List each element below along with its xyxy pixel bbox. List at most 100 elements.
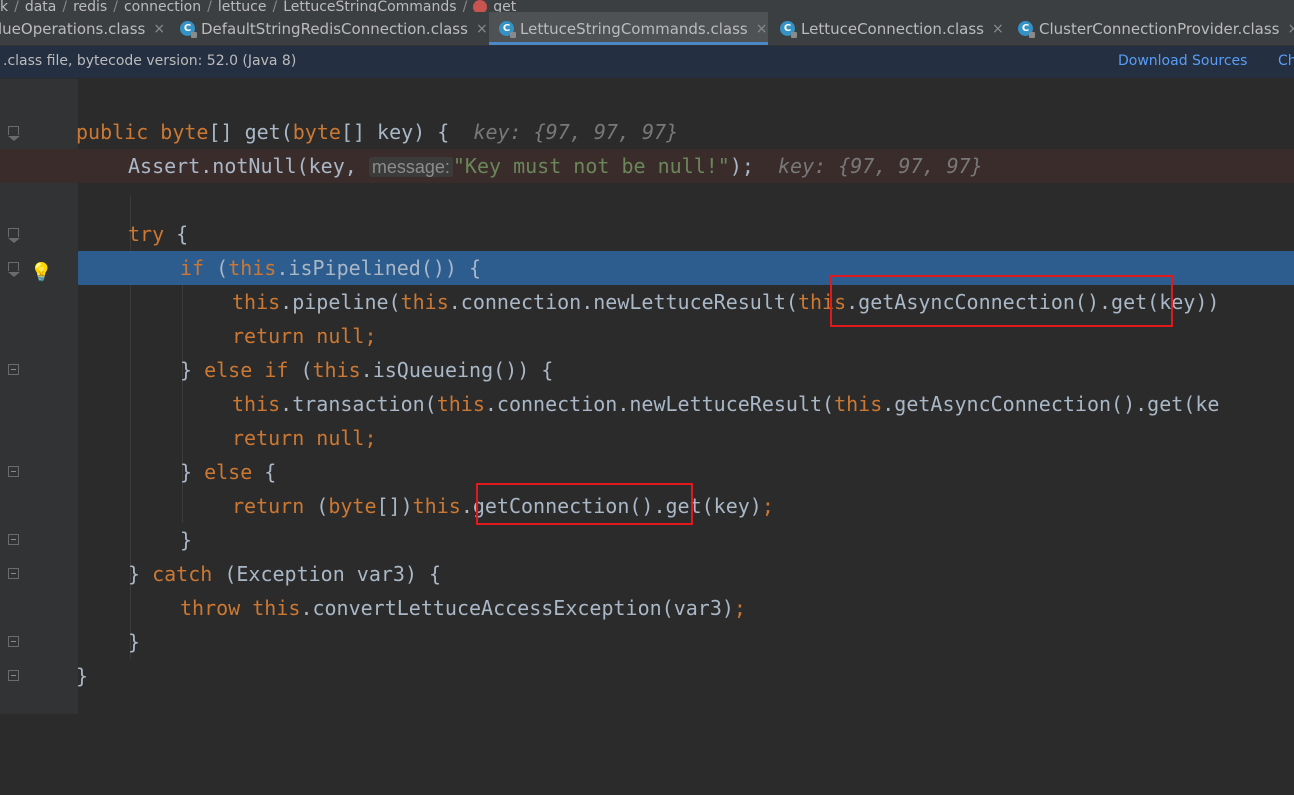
breadcrumb-item[interactable]: connection: [124, 0, 201, 12]
keyword-try: try: [128, 222, 164, 246]
gutter-cell: [0, 387, 78, 421]
code-text: .transaction(: [280, 392, 437, 416]
fold-marker-icon[interactable]: [8, 670, 19, 681]
code-text: .pipeline(: [280, 290, 400, 314]
gutter-cell: [0, 217, 78, 251]
keyword-this: this: [313, 358, 361, 382]
gutter-cell: [0, 285, 78, 319]
choose-sources-link[interactable]: Ch: [1278, 53, 1294, 69]
close-icon[interactable]: ×: [992, 21, 1004, 37]
code-line: }: [0, 523, 1294, 557]
close-icon[interactable]: ×: [153, 21, 165, 37]
keyword-this: this: [228, 256, 276, 280]
tab-lettuce-connection[interactable]: C LettuceConnection.class ×: [770, 12, 1016, 45]
code-line: }: [0, 625, 1294, 659]
fold-marker-icon[interactable]: [8, 364, 19, 375]
fold-marker-icon[interactable]: [8, 636, 19, 647]
code-text: ;: [734, 596, 746, 620]
gutter-cell: [0, 523, 78, 557]
breadcrumb-separator: /: [14, 0, 19, 12]
fold-marker-icon[interactable]: [8, 466, 19, 477]
code-line: this.pipeline(this.connection.newLettuce…: [0, 285, 1294, 319]
close-icon[interactable]: ×: [1288, 21, 1294, 37]
fold-marker-icon[interactable]: [8, 534, 19, 545]
code-text: [] get(: [208, 120, 292, 144]
tab-cluster-connection-provider[interactable]: C ClusterConnectionProvider.class ×: [1008, 12, 1294, 45]
keyword-return: return: [232, 324, 304, 348]
breadcrumb-separator: /: [113, 0, 118, 12]
tab-label: LettuceConnection.class: [801, 20, 984, 38]
breadcrumb-item[interactable]: k: [0, 0, 8, 12]
gutter-cell: [0, 625, 78, 659]
code-line: } else {: [0, 455, 1294, 489]
code-line: Assert.notNull(key, message:"Key must no…: [0, 149, 1294, 183]
string-literal: "Key must not be null!": [453, 154, 730, 178]
code-text: [252, 358, 264, 382]
code-line: return null;: [0, 319, 1294, 353]
code-line: try {: [0, 217, 1294, 251]
keyword-null: null: [304, 426, 364, 450]
tab-label: lueOperations.class: [0, 20, 145, 38]
keyword-catch: catch: [152, 562, 212, 586]
breadcrumb-item[interactable]: redis: [73, 0, 107, 12]
keyword-return: return: [232, 494, 304, 518]
fold-marker-icon[interactable]: [8, 126, 19, 135]
code-text: [240, 596, 252, 620]
code-editor[interactable]: public byte[] get(byte[] key) { key: {97…: [0, 79, 1294, 714]
keyword-throw: throw: [180, 596, 240, 620]
code-text: [148, 120, 160, 144]
current-code-line: 💡 if (this.isPipelined()) {: [0, 251, 1294, 285]
close-icon[interactable]: ×: [756, 21, 768, 37]
code-line: } else if (this.isQueueing()) {: [0, 353, 1294, 387]
breadcrumb-item[interactable]: lettuce: [218, 0, 267, 12]
code-text: }: [180, 460, 204, 484]
code-text: ;: [364, 324, 376, 348]
code-text: (: [204, 256, 228, 280]
breadcrumb-separator: /: [207, 0, 212, 12]
code-text: .connection.newLettuceResult(: [485, 392, 834, 416]
keyword-this: this: [834, 392, 882, 416]
parameter-name-hint: message:: [369, 157, 453, 177]
code-text: (: [288, 358, 312, 382]
close-icon[interactable]: ×: [476, 21, 488, 37]
tab-label: LettuceStringCommands.class: [520, 20, 748, 38]
code-text: Assert.notNull(key,: [128, 154, 369, 178]
fold-marker-icon[interactable]: [8, 568, 19, 579]
keyword-this: this: [252, 596, 300, 620]
keyword-byte: byte: [160, 120, 208, 144]
tab-lettuce-string-commands[interactable]: C LettuceStringCommands.class ×: [489, 12, 768, 45]
code-text: }: [128, 630, 140, 654]
breadcrumb-separator: /: [272, 0, 277, 12]
keyword-null: null: [304, 324, 364, 348]
code-text: []): [377, 494, 413, 518]
fold-marker-icon[interactable]: [8, 262, 19, 271]
breadcrumb-item[interactable]: get: [493, 0, 516, 12]
breadcrumb-item[interactable]: data: [25, 0, 57, 12]
fold-marker-icon[interactable]: [8, 228, 19, 237]
download-sources-link[interactable]: Download Sources: [1118, 53, 1247, 69]
code-line: [0, 183, 1294, 217]
gutter-cell: [0, 591, 78, 625]
tab-default-string-redis-connection[interactable]: C DefaultStringRedisConnection.class ×: [172, 12, 490, 45]
class-file-icon: C: [180, 21, 195, 36]
breadcrumb-separator: /: [62, 0, 67, 12]
breadcrumb-item[interactable]: LettuceStringCommands: [283, 0, 456, 12]
keyword-public: public: [76, 120, 148, 144]
code-text: {: [164, 222, 188, 246]
breadcrumb-separator: /: [463, 0, 468, 12]
gutter-cell: [0, 489, 78, 523]
gutter-cell: 💡: [0, 251, 78, 285]
tab-label: DefaultStringRedisConnection.class: [201, 20, 468, 38]
code-text: [] key) {: [341, 120, 449, 144]
code-line: throw this.convertLettuceAccessException…: [0, 591, 1294, 625]
bytecode-version-message: .class file, bytecode version: 52.0 (Jav…: [3, 53, 296, 69]
code-text: }: [76, 664, 88, 688]
gutter-cell: [0, 115, 78, 149]
debug-value-hint: key: {97, 97, 97}: [473, 120, 678, 144]
tab-value-operations[interactable]: lueOperations.class ×: [0, 12, 168, 45]
code-text: }: [180, 358, 204, 382]
code-text: .isPipelined()) {: [276, 256, 481, 280]
keyword-this: this: [232, 290, 280, 314]
code-text: .convertLettuceAccessException(var3): [300, 596, 733, 620]
code-text: );: [730, 154, 754, 178]
